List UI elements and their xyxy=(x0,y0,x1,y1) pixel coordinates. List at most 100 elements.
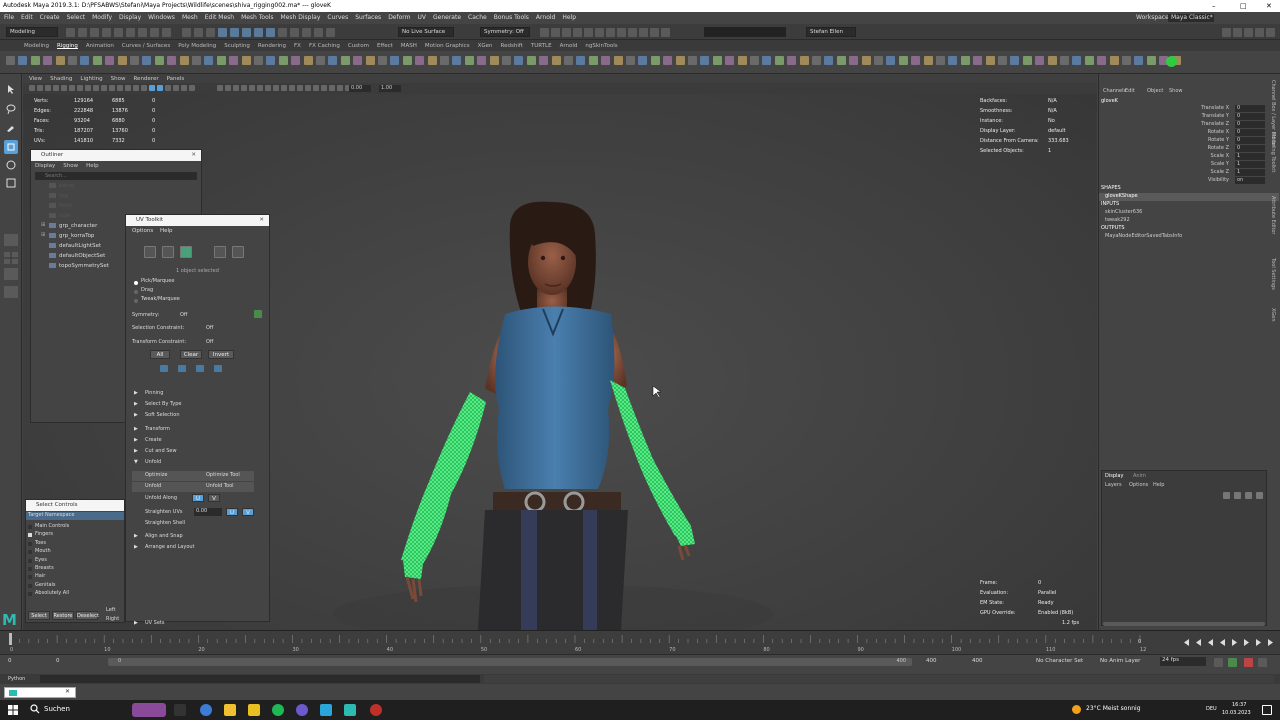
cube-select-icon[interactable] xyxy=(180,246,192,258)
checkbox-icon[interactable] xyxy=(28,592,32,597)
viewport-tool-icon[interactable] xyxy=(109,85,115,91)
uv-grid-icon[interactable] xyxy=(232,246,244,258)
uv-select-icon[interactable] xyxy=(214,365,222,372)
shelf-tool-icon[interactable] xyxy=(576,56,586,65)
menu-windows[interactable]: Windows xyxy=(148,14,175,21)
shelf-tool-icon[interactable] xyxy=(973,56,983,65)
viewport-tool-icon[interactable] xyxy=(249,85,255,91)
chevron-right-icon[interactable]: ▶ xyxy=(134,544,138,550)
section-unfold[interactable]: Unfold xyxy=(145,459,161,465)
edge-browser-icon[interactable] xyxy=(200,704,212,716)
channel-attr-value[interactable]: 1 xyxy=(1235,161,1265,168)
radio-icon[interactable] xyxy=(134,299,138,303)
checkbox-icon[interactable] xyxy=(28,575,32,580)
shelf-tool-icon[interactable] xyxy=(1060,56,1069,65)
time-slider[interactable]: 0 10 20 30 40 50 60 70 80 90 100 110 120 0 xyxy=(0,630,1280,654)
menu-help[interactable]: Help xyxy=(562,14,576,21)
section-cut-and-sew[interactable]: Cut and Sew xyxy=(145,448,177,454)
menu-edit[interactable]: Edit xyxy=(21,14,33,21)
layer-tool-icon[interactable] xyxy=(1256,492,1263,499)
snap-icon[interactable] xyxy=(595,28,604,37)
chevron-right-icon[interactable]: ▶ xyxy=(134,437,138,443)
channel-attr-label[interactable]: Scale Y xyxy=(1195,161,1229,167)
expand-icon[interactable]: ⊞ xyxy=(41,232,45,238)
menu-surfaces[interactable]: Surfaces xyxy=(355,14,381,21)
rotate-tool-icon[interactable] xyxy=(6,160,16,170)
shelf-tool-icon[interactable] xyxy=(923,56,933,65)
input-node[interactable]: tweak292 xyxy=(1105,217,1130,223)
preferences-icon[interactable] xyxy=(1258,658,1267,667)
unfold-action-1[interactable]: Unfold xyxy=(145,483,161,489)
shelf-tab-effect[interactable]: Effect xyxy=(377,43,393,49)
snap-icon[interactable] xyxy=(606,28,615,37)
shelf-tool-icon[interactable] xyxy=(241,56,251,65)
end-frame-field[interactable]: 400 xyxy=(972,658,983,664)
checkbox-icon[interactable] xyxy=(28,541,32,546)
shelf-tool-icon[interactable] xyxy=(6,56,15,65)
section-soft-selection[interactable]: Soft Selection xyxy=(145,412,180,418)
shelf-tab-poly-modeling[interactable]: Poly Modeling xyxy=(178,43,216,49)
viewport-tool-icon[interactable] xyxy=(85,85,91,91)
shelf-tool-icon[interactable] xyxy=(1022,56,1032,65)
channel-attr-label[interactable]: Scale X xyxy=(1195,153,1229,159)
input-node[interactable]: skinCluster636 xyxy=(1105,209,1142,215)
arnold-render-icon[interactable] xyxy=(1166,56,1177,67)
step-back-key-icon[interactable] xyxy=(1194,638,1203,647)
chevron-down-icon[interactable]: ▼ xyxy=(134,459,138,465)
outliner-menu-show[interactable]: Show xyxy=(63,163,78,169)
status-tool-icon[interactable] xyxy=(242,28,251,37)
channel-attr-label[interactable]: Translate Z xyxy=(1195,121,1229,127)
shelf-tool-icon[interactable] xyxy=(613,56,623,65)
shelf-tool-icon[interactable] xyxy=(254,56,263,65)
shelf-tool-icon[interactable] xyxy=(886,56,896,65)
radio-icon[interactable] xyxy=(134,281,138,285)
shelf-tool-icon[interactable] xyxy=(564,56,573,65)
shelf-tool-icon[interactable] xyxy=(812,56,821,65)
chevron-right-icon[interactable]: ▶ xyxy=(134,533,138,539)
shelf-tool-icon[interactable] xyxy=(502,56,511,65)
layer-menu-help[interactable]: Help xyxy=(1153,482,1164,488)
layer-tool-icon[interactable] xyxy=(1245,492,1252,499)
snap-icon[interactable] xyxy=(628,28,637,37)
viewport-tool-icon[interactable] xyxy=(77,85,83,91)
straighten-uvs-label[interactable]: Straighten UVs xyxy=(145,509,182,515)
restore-button[interactable]: Restore xyxy=(52,611,74,620)
loop-icon[interactable] xyxy=(1214,658,1223,667)
status-tool-icon[interactable] xyxy=(290,28,299,37)
maya-taskbar-icon[interactable] xyxy=(344,704,356,716)
shelf-tool-icon[interactable] xyxy=(712,56,722,65)
layer-tool-icon[interactable] xyxy=(1234,492,1241,499)
channel-attr-label[interactable]: Rotate Z xyxy=(1195,145,1229,151)
viewport-tool-icon[interactable] xyxy=(189,85,195,91)
unfold-u-button[interactable]: U xyxy=(192,494,204,502)
snap-icon[interactable] xyxy=(562,28,571,37)
channel-attr-value[interactable]: on xyxy=(1235,177,1265,184)
symmetry-axis-icon[interactable] xyxy=(254,310,262,318)
radio-icon[interactable] xyxy=(134,290,138,294)
weather-text[interactable]: 23°C Meist sonnig xyxy=(1086,705,1141,712)
panel-toggle-icon[interactable] xyxy=(1233,28,1242,37)
shelf-tab-redshift[interactable]: Redshift xyxy=(501,43,523,49)
viewport-menu-renderer[interactable]: Renderer xyxy=(133,76,158,82)
current-frame-field[interactable]: 0 xyxy=(1138,639,1141,645)
shelf-tool-icon[interactable] xyxy=(92,56,102,65)
status-tool-icon[interactable] xyxy=(206,28,215,37)
viewport-menu-show[interactable]: Show xyxy=(111,76,126,82)
outliner-item[interactable]: persp xyxy=(31,181,197,191)
chevron-right-icon[interactable]: ▶ xyxy=(134,412,138,418)
channel-box-tab-object[interactable]: Object xyxy=(1147,88,1163,94)
selection-mode-2[interactable]: Tweak/Marquee xyxy=(141,296,180,302)
menuset-select[interactable]: Modeling xyxy=(6,27,58,37)
mini-window[interactable]: ✕ xyxy=(4,687,76,698)
shelf-tool-icon[interactable] xyxy=(725,56,735,65)
shelf-tool-icon[interactable] xyxy=(204,56,214,65)
checkbox-icon[interactable] xyxy=(28,567,32,571)
status-tool-icon[interactable] xyxy=(326,28,335,37)
section-arrange-and-layout[interactable]: Arrange and Layout xyxy=(145,544,195,550)
channel-attr-value[interactable]: 0 xyxy=(1235,105,1265,112)
side-tab-2[interactable]: Attribute Editor xyxy=(1270,196,1276,234)
channel-attr-label[interactable]: Translate X xyxy=(1195,105,1229,111)
shelf-tool-icon[interactable] xyxy=(117,56,127,65)
viewport-tool-icon[interactable] xyxy=(329,85,335,91)
channel-attr-label[interactable]: Rotate Y xyxy=(1195,137,1229,143)
